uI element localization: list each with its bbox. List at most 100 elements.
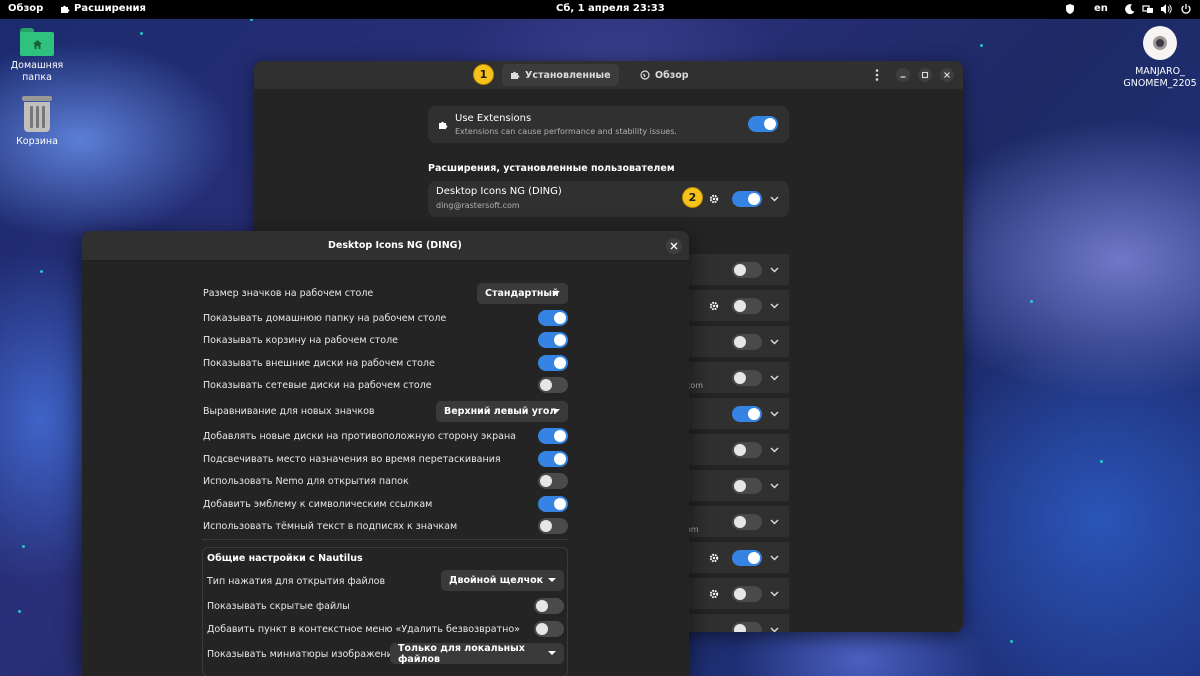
maximize-icon (921, 71, 929, 79)
icon-size-label: Размер значков на рабочем столе (203, 288, 374, 299)
separator (202, 539, 568, 540)
gear-icon[interactable] (709, 553, 719, 563)
star-decoration (18, 610, 21, 613)
trash-icon (22, 96, 52, 132)
desktop-home-folder[interactable]: Домашняя папка (0, 28, 74, 84)
dialog-header: Desktop Icons NG (DING) (82, 231, 689, 261)
shield-icon[interactable] (1064, 3, 1076, 15)
chevron-down-icon[interactable] (770, 303, 779, 309)
option-label: Подсвечивать место назначения во время п… (203, 454, 501, 465)
desktop-disc[interactable]: MANJARO_ GNOMEM_2205 (1120, 26, 1200, 90)
extension-toggle[interactable] (732, 370, 762, 386)
chevron-down-icon[interactable] (770, 591, 779, 597)
trash-label: Корзина (16, 136, 58, 147)
chevron-down-icon[interactable] (770, 267, 779, 273)
star-decoration (1010, 640, 1013, 643)
option-label: Использовать тёмный текст в подписях к з… (203, 521, 458, 532)
app-name: Расширения (74, 3, 146, 14)
home-folder-label: Домашняя папка (10, 60, 64, 83)
chevron-down-icon[interactable] (770, 375, 779, 381)
extension-toggle[interactable] (732, 550, 762, 566)
thumbnails-dropdown[interactable]: Только для локальных файлов (390, 642, 564, 665)
minimize-button[interactable] (896, 68, 910, 82)
delete-permanently-toggle[interactable] (534, 621, 564, 637)
show-trash-toggle[interactable] (538, 332, 568, 348)
show-network-drives-toggle[interactable] (538, 377, 568, 393)
alignment-value: Верхний левый угол (444, 406, 557, 417)
hidden-files-label: Показывать скрытые файлы (207, 601, 350, 612)
extension-toggle[interactable] (732, 406, 762, 422)
star-decoration (980, 44, 983, 47)
icon-size-dropdown[interactable]: Стандартный (477, 283, 568, 304)
delete-permanently-label: Добавить пункт в контекстное меню «Удали… (207, 624, 520, 635)
chevron-down-icon[interactable] (770, 411, 779, 417)
option-label: Добавить эмблему к символическим ссылкам (203, 499, 433, 510)
keyboard-layout[interactable]: en (1094, 3, 1108, 14)
activities-button[interactable]: Обзор (8, 3, 43, 14)
clock[interactable]: Сб, 1 апреля 23:33 (556, 3, 665, 14)
extension-toggle[interactable] (732, 478, 762, 494)
volume-icon (1161, 4, 1172, 14)
close-button[interactable] (940, 68, 954, 82)
highlight-drop-toggle[interactable] (538, 451, 568, 467)
star-decoration (40, 270, 43, 273)
click-type-label: Тип нажатия для открытия файлов (207, 576, 386, 587)
nautilus-settings-group: Общие настройки с Nautilus Тип нажатия д… (202, 547, 568, 676)
chevron-down-icon[interactable] (770, 519, 779, 525)
night-light-icon (1125, 4, 1135, 15)
callout-1: 1 (473, 64, 494, 85)
gear-icon[interactable] (709, 589, 719, 599)
dialog-close-button[interactable] (666, 238, 682, 254)
thumbnails-value: Только для локальных файлов (398, 642, 525, 665)
chevron-down-icon[interactable] (770, 339, 779, 345)
chevron-down-icon[interactable] (770, 627, 779, 632)
home-folder-icon (20, 28, 54, 56)
ding-preferences-dialog: Desktop Icons NG (DING) Размер значков н… (82, 231, 689, 676)
thumbnails-label: Показывать миниатюры изображений (207, 649, 399, 660)
extension-toggle[interactable] (732, 442, 762, 458)
alignment-dropdown[interactable]: Верхний левый угол (436, 401, 568, 422)
star-decoration (22, 545, 25, 548)
new-drives-opposite-toggle[interactable] (538, 428, 568, 444)
click-type-value: Двойной щелчок (449, 575, 544, 586)
symlink-emblem-toggle[interactable] (538, 496, 568, 512)
close-icon (944, 72, 950, 78)
star-decoration (1030, 300, 1033, 303)
extension-toggle[interactable] (732, 298, 762, 314)
gear-icon[interactable] (709, 301, 719, 311)
extension-toggle[interactable] (732, 262, 762, 278)
hidden-files-toggle[interactable] (534, 598, 564, 614)
extension-toggle[interactable] (732, 514, 762, 530)
dark-text-toggle[interactable] (538, 518, 568, 534)
chevron-down-icon[interactable] (770, 447, 779, 453)
puzzle-icon (61, 5, 70, 13)
dropdown-caret-icon (548, 651, 556, 655)
desktop-trash[interactable]: Корзина (0, 96, 74, 148)
show-home-toggle[interactable] (538, 310, 568, 326)
option-label: Показывать корзину на рабочем столе (203, 335, 399, 346)
app-menu[interactable]: Расширения (60, 3, 146, 14)
power-icon[interactable] (1180, 3, 1192, 15)
click-type-dropdown[interactable]: Двойной щелчок (441, 570, 564, 591)
extension-toggle[interactable] (732, 586, 762, 602)
top-bar: Обзор Расширения Сб, 1 апреля 23:33 en (0, 0, 1200, 19)
extension-toggle[interactable] (732, 622, 762, 632)
alignment-label: Выравнивание для новых значков (203, 406, 375, 417)
show-external-drives-toggle[interactable] (538, 355, 568, 371)
icon-size-value: Стандартный (485, 288, 559, 299)
chevron-down-icon[interactable] (770, 555, 779, 561)
maximize-button[interactable] (918, 68, 932, 82)
star-decoration (140, 32, 143, 35)
close-icon (670, 242, 678, 250)
star-decoration (1100, 460, 1103, 463)
chevron-down-icon[interactable] (770, 483, 779, 489)
disc-label: MANJARO_ GNOMEM_2205 (1123, 66, 1197, 89)
dropdown-caret-icon (548, 578, 556, 582)
extension-toggle[interactable] (732, 334, 762, 350)
main-menu-icon[interactable] (874, 68, 880, 82)
option-label: Показывать домашнюю папку на рабочем сто… (203, 313, 447, 324)
use-nemo-toggle[interactable] (538, 473, 568, 489)
nautilus-group-title: Общие настройки с Nautilus (207, 553, 363, 564)
option-label: Показывать сетевые диски на рабочем стол… (203, 380, 432, 391)
dropdown-caret-icon (552, 409, 560, 413)
